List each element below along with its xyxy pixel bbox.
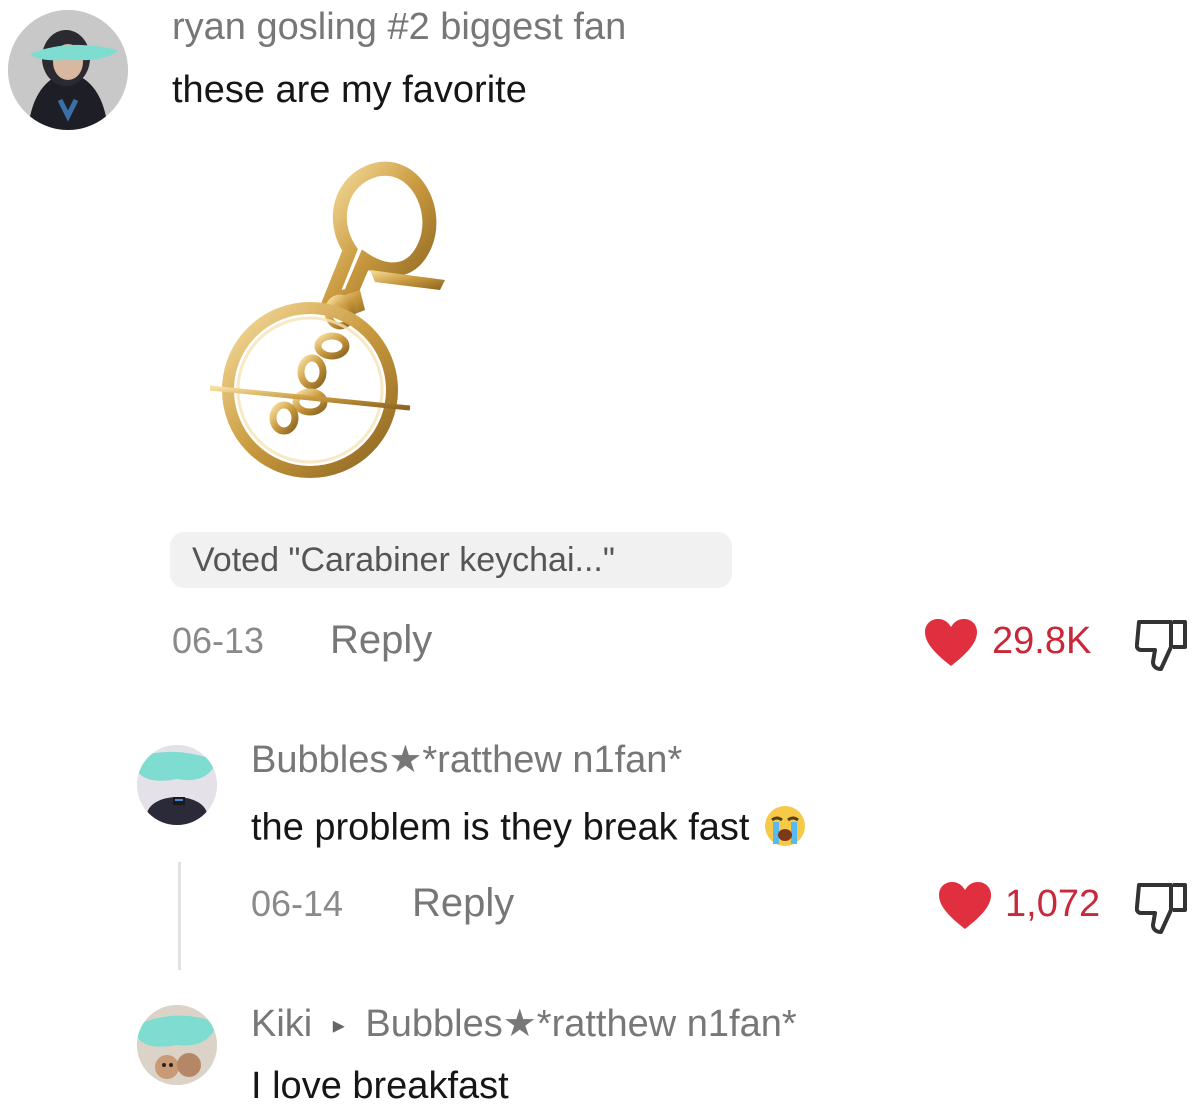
reply-header: Kiki ▸ Bubbles★*ratthew n1fan* [251,1005,797,1043]
like-heart-icon[interactable] [923,618,979,668]
comment-text: I love breakfast [251,1065,509,1107]
username[interactable]: ryan gosling #2 biggest fan [172,8,626,46]
avatar[interactable] [137,745,217,825]
comment-text-content: the problem is they break fast [251,806,750,849]
username[interactable]: Kiki [251,1003,312,1045]
like-count: 1,072 [1005,883,1101,925]
keychain-image [200,150,470,490]
like-heart-icon[interactable] [937,881,993,931]
comment-date: 06-14 [251,883,344,924]
like-count: 29.8K [992,620,1092,662]
poll-vote-badge[interactable]: Voted "Carabiner keychai..." [170,532,732,588]
avatar[interactable] [137,1005,217,1085]
dislike-icon[interactable] [1135,617,1189,673]
reply-arrow-icon: ▸ [332,1011,345,1039]
dislike-icon[interactable] [1135,880,1189,936]
comment-text: the problem is they break fast [251,804,807,855]
avatar[interactable] [8,10,128,130]
loudly-crying-face-emoji-icon [763,804,807,855]
reply-button[interactable]: Reply [330,620,432,660]
comment-date: 06-13 [172,620,265,661]
reply-button[interactable]: Reply [412,883,514,923]
reply-to-username[interactable]: Bubbles★*ratthew n1fan* [365,1003,796,1045]
username[interactable]: Bubbles★*ratthew n1fan* [251,741,682,779]
thread-line [178,862,181,970]
comment-text: these are my favorite [172,69,527,111]
